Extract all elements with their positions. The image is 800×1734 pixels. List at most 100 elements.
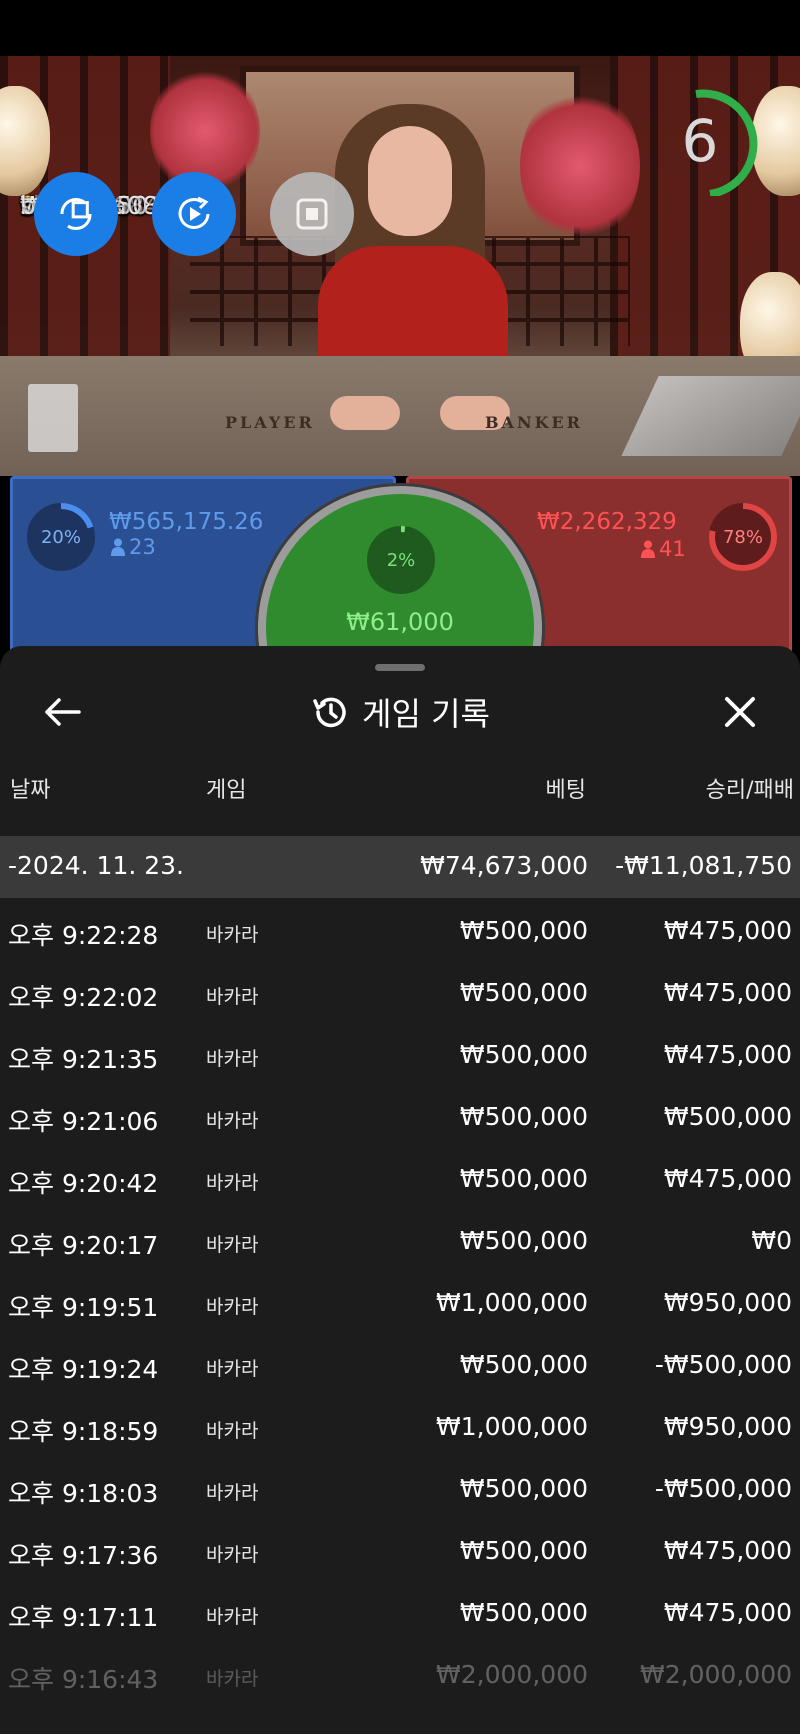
row-bet: ₩500,000 — [459, 1598, 588, 1627]
row-time: 오후 9:19:51 — [8, 1293, 159, 1322]
table-row[interactable]: 오후 9:21:06 바카라 ₩500,000 ₩500,000 — [0, 1084, 800, 1146]
date-group-row[interactable]: -2024. 11. 23. ₩74,673,000 -₩11,081,750 — [0, 836, 800, 898]
table-row[interactable]: 오후 9:22:28 바카라 ₩500,000 ₩475,000 — [0, 898, 800, 960]
table-row[interactable]: 오후 9:20:42 바카라 ₩500,000 ₩475,000 — [0, 1146, 800, 1208]
row-bet: ₩1,000,000 — [436, 1412, 588, 1441]
table-row[interactable]: 오후 9:22:02 바카라 ₩500,000 ₩475,000 — [0, 960, 800, 1022]
column-header-bet: 베팅 — [545, 778, 586, 803]
row-result: ₩0 — [751, 1226, 792, 1255]
row-bet: ₩500,000 — [459, 1040, 588, 1069]
row-time: 오후 9:17:11 — [8, 1603, 159, 1632]
table-row[interactable]: 오후 9:20:17 바카라 ₩500,000 ₩0 — [0, 1208, 800, 1270]
row-result: ₩2,000,000 — [640, 1660, 792, 1689]
stop-icon — [296, 198, 328, 230]
row-result: ₩950,000 — [663, 1412, 792, 1441]
table-row[interactable]: 오후 9:16:43 바카라 ₩2,000,000 ₩2,000,000 — [0, 1642, 800, 1704]
history-clock-icon — [313, 697, 346, 728]
table-label-banker: BANKER — [485, 413, 583, 432]
player-count-value: 23 — [129, 535, 156, 559]
player-percent: 20% — [40, 526, 81, 548]
row-game: 바카라 — [206, 1544, 259, 1566]
row-game: 바카라 — [206, 986, 259, 1008]
banker-bettor-count: 41 — [641, 537, 686, 561]
player-bet-amount: ₩565,175.26 — [109, 509, 264, 535]
row-result: ₩950,000 — [663, 1288, 792, 1317]
row-time: 오후 9:21:35 — [8, 1045, 159, 1074]
table-row[interactable]: 오후 9:17:36 바카라 ₩500,000 ₩475,000 — [0, 1518, 800, 1580]
person-icon — [641, 540, 655, 558]
row-game: 바카라 — [206, 924, 259, 946]
column-header-game: 게임 — [206, 778, 247, 803]
row-bet: ₩500,000 — [459, 1474, 588, 1503]
row-result: ₩475,000 — [663, 1164, 792, 1193]
row-time: 오후 9:20:17 — [8, 1231, 159, 1260]
stop-button[interactable] — [270, 172, 354, 256]
row-game: 바카라 — [206, 1606, 259, 1628]
table-row[interactable]: 오후 9:17:11 바카라 ₩500,000 ₩475,000 — [0, 1580, 800, 1642]
banker-percent: 78% — [722, 526, 763, 548]
row-time: 오후 9:20:42 — [8, 1169, 159, 1198]
replay-button[interactable] — [152, 172, 236, 256]
table-row[interactable]: 오후 9:21:35 바카라 ₩500,000 ₩475,000 — [0, 1022, 800, 1084]
row-time: 오후 9:19:24 — [8, 1355, 159, 1384]
sheet-header: 게임 기록 — [0, 686, 800, 738]
row-bet: ₩2,000,000 — [436, 1660, 588, 1689]
row-result: ₩475,000 — [663, 916, 792, 945]
row-time: 오후 9:18:59 — [8, 1417, 159, 1446]
row-game: 바카라 — [206, 1110, 259, 1132]
row-bet: ₩500,000 — [459, 1102, 588, 1131]
countdown-value: 6 — [681, 107, 719, 175]
column-header-result: 승리/패배 — [705, 778, 794, 803]
date-group-bet-total: ₩74,673,000 — [420, 851, 588, 880]
row-time: 오후 9:18:03 — [8, 1479, 159, 1508]
row-game: 바카라 — [206, 1172, 259, 1194]
row-time: 오후 9:22:28 — [8, 921, 159, 950]
row-result: ₩475,000 — [663, 1536, 792, 1565]
sheet-drag-handle[interactable] — [375, 664, 425, 671]
table-row[interactable]: 오후 9:18:59 바카라 ₩1,000,000 ₩950,000 — [0, 1394, 800, 1456]
dealer-hand — [330, 396, 400, 430]
row-result: -₩500,000 — [654, 1350, 792, 1379]
table-label-player: PLAYER — [225, 413, 315, 432]
row-time: 오후 9:16:43 — [8, 1665, 159, 1694]
status-bar — [0, 0, 800, 56]
table-row[interactable]: 오후 9:19:24 바카라 ₩500,000 -₩500,000 — [0, 1332, 800, 1394]
swap-button[interactable] — [34, 172, 118, 256]
row-game: 바카라 — [206, 1234, 259, 1256]
row-game: 바카라 — [206, 1482, 259, 1504]
row-result: ₩475,000 — [663, 1040, 792, 1069]
row-bet: ₩500,000 — [459, 1350, 588, 1379]
table-row[interactable]: 오후 9:19:51 바카라 ₩1,000,000 ₩950,000 — [0, 1270, 800, 1332]
row-game: 바카라 — [206, 1420, 259, 1442]
row-time: 오후 9:21:06 — [8, 1107, 159, 1136]
row-bet: ₩500,000 — [459, 1164, 588, 1193]
row-bet: ₩500,000 — [459, 1536, 588, 1565]
replay-icon — [178, 196, 210, 229]
game-history-sheet: 게임 기록 날짜 게임 베팅 승리/패배 -2024. 11. 23. ₩74,… — [0, 646, 800, 1734]
close-button[interactable] — [716, 688, 764, 736]
banker-count-value: 41 — [659, 537, 686, 561]
row-bet: ₩500,000 — [459, 916, 588, 945]
row-time: 오후 9:22:02 — [8, 983, 159, 1012]
tie-bet-amount: ₩61,000 — [346, 608, 454, 636]
person-icon — [111, 538, 125, 556]
date-group-date: -2024. 11. 23. — [8, 851, 185, 880]
close-icon — [725, 697, 755, 727]
row-game: 바카라 — [206, 1048, 259, 1070]
table-row[interactable]: 오후 9:18:03 바카라 ₩500,000 -₩500,000 — [0, 1456, 800, 1518]
row-result: ₩475,000 — [663, 978, 792, 1007]
swap-icon — [60, 198, 92, 230]
row-result: -₩500,000 — [654, 1474, 792, 1503]
row-game: 바카라 — [206, 1668, 259, 1690]
page-title: 게임 기록 — [362, 695, 490, 733]
row-time: 오후 9:17:36 — [8, 1541, 159, 1570]
row-result: ₩475,000 — [663, 1598, 792, 1627]
banker-bet-amount: ₩2,262,329 — [537, 509, 677, 535]
date-group-result-total: -₩11,081,750 — [615, 851, 792, 880]
row-bet: ₩500,000 — [459, 1226, 588, 1255]
column-header-date: 날짜 — [10, 778, 51, 803]
row-game: 바카라 — [206, 1296, 259, 1318]
row-bet: ₩1,000,000 — [436, 1288, 588, 1317]
row-game: 바카라 — [206, 1358, 259, 1380]
tie-percent: 2% — [386, 549, 416, 571]
